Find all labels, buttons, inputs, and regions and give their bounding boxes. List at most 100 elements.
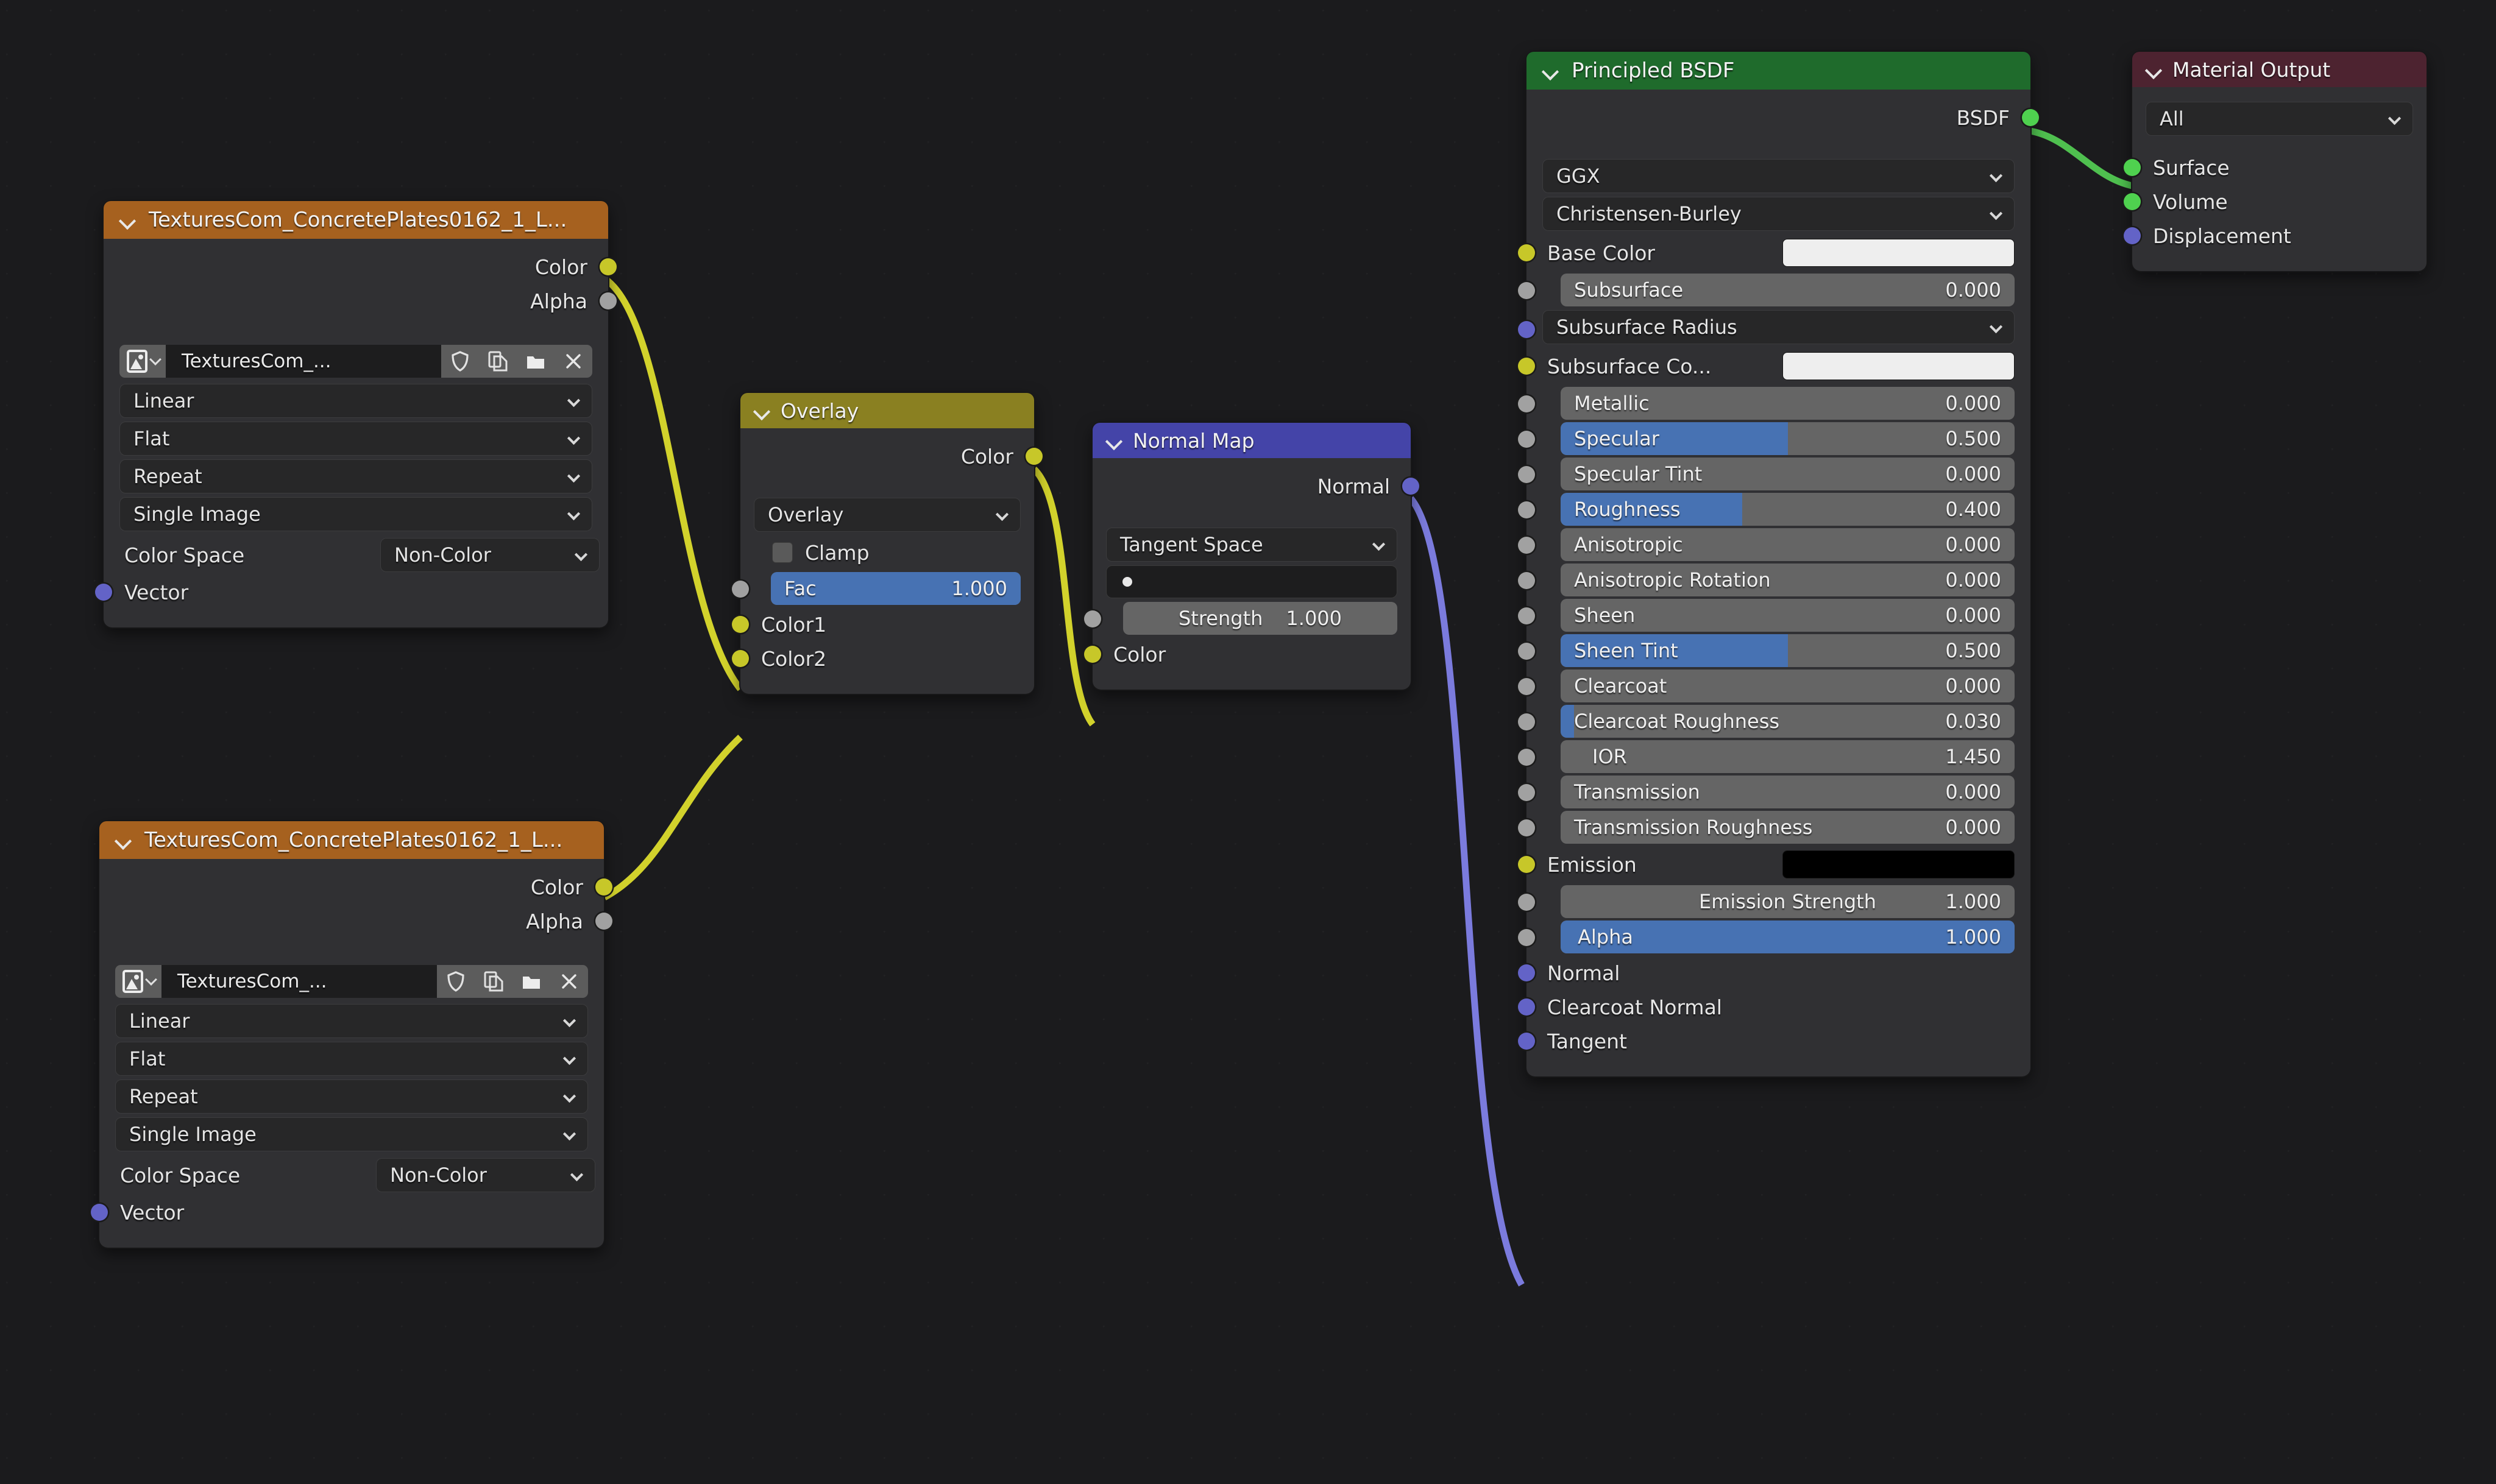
param-slider-clearcoat[interactable]: Clearcoat 0.000	[1561, 670, 2015, 702]
node-header-overlay[interactable]: Overlay	[740, 393, 1034, 428]
node-header-material-output[interactable]: Material Output	[2132, 52, 2427, 87]
node-header-principled-bsdf[interactable]: Principled BSDF	[1526, 52, 2030, 90]
socket-transmission-in[interactable]	[1518, 784, 1535, 801]
socket-fac-in[interactable]	[732, 581, 749, 598]
chevron-down-icon[interactable]	[1106, 433, 1122, 448]
image-datablock-selector[interactable]	[119, 345, 166, 378]
subsurface-method-dropdown[interactable]: Christensen-Burley	[1542, 197, 2015, 231]
socket-color2-in[interactable]	[732, 650, 749, 667]
socket-displacement-in[interactable]	[2124, 227, 2141, 244]
distribution-dropdown[interactable]: GGX	[1542, 159, 2015, 193]
socket-clearcoat-in[interactable]	[1518, 678, 1535, 695]
node-image-texture-top[interactable]: TexturesCom_ConcretePlates0162_1_L... Co…	[104, 201, 608, 627]
socket-anisotropic-in[interactable]	[1518, 537, 1535, 554]
socket-emission-in[interactable]	[1518, 856, 1535, 873]
node-header-texture-bottom[interactable]: TexturesCom_ConcretePlates0162_1_L...	[99, 821, 604, 859]
param-slider-transmission-roughness[interactable]: Transmission Roughness 0.000	[1561, 811, 2015, 844]
socket-subsurface-color-in[interactable]	[1518, 358, 1535, 375]
param-slider-alpha[interactable]: Alpha 1.000	[1561, 920, 2015, 953]
image-name-field[interactable]: TexturesCom_...	[166, 345, 441, 378]
chevron-down-icon[interactable]	[1542, 63, 1558, 79]
socket-roughness-in[interactable]	[1518, 501, 1535, 518]
folder-icon[interactable]	[512, 965, 550, 998]
socket-clearcoat-roughness-in[interactable]	[1518, 713, 1535, 730]
chevron-down-icon[interactable]	[2146, 62, 2161, 77]
socket-color-out[interactable]	[600, 258, 617, 275]
clamp-checkbox[interactable]	[772, 542, 793, 563]
socket-color-out[interactable]	[1026, 448, 1043, 465]
socket-subsurface-in[interactable]	[1518, 282, 1535, 299]
socket-normal-out[interactable]	[1402, 478, 1419, 495]
socket-specular-tint-in[interactable]	[1518, 466, 1535, 483]
socket-bsdf-out[interactable]	[2022, 109, 2039, 126]
socket-vector-in[interactable]	[91, 1204, 108, 1221]
image-name-field[interactable]: TexturesCom_...	[161, 965, 437, 998]
normal-space-dropdown[interactable]: Tangent Space	[1106, 528, 1397, 562]
node-principled-bsdf[interactable]: Principled BSDF BSDF GGX Christensen-Bur…	[1526, 52, 2030, 1076]
close-icon[interactable]	[550, 965, 588, 998]
strength-slider[interactable]: Strength 1.000	[1123, 602, 1397, 635]
chevron-down-icon[interactable]	[754, 403, 770, 419]
base-color-swatch[interactable]	[1782, 239, 2015, 267]
image-datablock-bar[interactable]: TexturesCom_...	[115, 965, 588, 998]
subsurface-radius-dropdown[interactable]: Subsurface Radius	[1542, 310, 2015, 344]
folder-icon[interactable]	[517, 345, 555, 378]
source-dropdown[interactable]: Single Image	[115, 1117, 588, 1151]
clamp-row[interactable]: Clamp	[740, 535, 1034, 570]
param-slider-specular-tint[interactable]: Specular Tint 0.000	[1561, 458, 2015, 490]
socket-vector-in[interactable]	[95, 584, 112, 601]
extension-dropdown[interactable]: Repeat	[115, 1079, 588, 1114]
node-mix-overlay[interactable]: Overlay Color Overlay Clamp Fac	[740, 393, 1034, 694]
color-space-dropdown[interactable]: Non-Color	[376, 1158, 595, 1192]
chevron-down-icon[interactable]	[115, 832, 131, 848]
emission-color-swatch[interactable]	[1782, 850, 2015, 878]
socket-metallic-in[interactable]	[1518, 395, 1535, 412]
blend-mode-dropdown[interactable]: Overlay	[754, 498, 1021, 532]
socket-transmission-roughness-in[interactable]	[1518, 819, 1535, 836]
socket-sheen-in[interactable]	[1518, 607, 1535, 624]
socket-color-out[interactable]	[595, 878, 612, 896]
socket-surface-in[interactable]	[2124, 159, 2141, 176]
socket-volume-in[interactable]	[2124, 193, 2141, 210]
socket-normal-in[interactable]	[1518, 964, 1535, 981]
image-datablock-bar[interactable]: TexturesCom_...	[119, 345, 592, 378]
projection-dropdown[interactable]: Flat	[115, 1042, 588, 1076]
source-dropdown[interactable]: Single Image	[119, 497, 592, 531]
socket-alpha-out[interactable]	[600, 292, 617, 309]
node-header-texture-top[interactable]: TexturesCom_ConcretePlates0162_1_L...	[104, 201, 608, 239]
param-slider-ior[interactable]: IOR 1.450	[1561, 740, 2015, 773]
fac-slider[interactable]: Fac 1.000	[771, 572, 1021, 605]
color-space-dropdown[interactable]: Non-Color	[380, 538, 600, 572]
target-dropdown[interactable]: All	[2146, 102, 2413, 136]
socket-color1-in[interactable]	[732, 616, 749, 633]
socket-emission-strength-in[interactable]	[1518, 894, 1535, 911]
socket-anisotropic-rotation-in[interactable]	[1518, 572, 1535, 589]
socket-strength-in[interactable]	[1084, 610, 1101, 627]
node-normal-map[interactable]: Normal Map Normal Tangent Space S	[1093, 423, 1411, 690]
param-slider-subsurface[interactable]: Subsurface 0.000	[1561, 274, 2015, 306]
node-image-texture-bottom[interactable]: TexturesCom_ConcretePlates0162_1_L... Co…	[99, 821, 604, 1248]
socket-alpha-in[interactable]	[1518, 929, 1535, 946]
subsurface-color-swatch[interactable]	[1782, 352, 2015, 380]
socket-alpha-out[interactable]	[595, 913, 612, 930]
param-slider-anisotropic-rotation[interactable]: Anisotropic Rotation 0.000	[1561, 564, 2015, 596]
socket-tangent-in[interactable]	[1518, 1033, 1535, 1050]
param-slider-specular[interactable]: Specular 0.500	[1561, 422, 2015, 455]
param-slider-roughness[interactable]: Roughness 0.400	[1561, 493, 2015, 526]
socket-sheen-tint-in[interactable]	[1518, 643, 1535, 660]
param-slider-sheen-tint[interactable]: Sheen Tint 0.500	[1561, 634, 2015, 667]
param-slider-emission-strength[interactable]: Emission Strength 1.000	[1561, 885, 2015, 918]
shield-icon[interactable]	[441, 345, 479, 378]
socket-specular-in[interactable]	[1518, 431, 1535, 448]
subsurface-color-row[interactable]: Subsurface Co...	[1526, 348, 2030, 384]
socket-color-in[interactable]	[1084, 646, 1101, 663]
node-material-output[interactable]: Material Output All Surface Volume Displ…	[2132, 52, 2427, 271]
base-color-row[interactable]: Base Color	[1526, 235, 2030, 271]
param-slider-metallic[interactable]: Metallic 0.000	[1561, 387, 2015, 420]
node-header-normal-map[interactable]: Normal Map	[1093, 423, 1411, 458]
param-slider-clearcoat-roughness[interactable]: Clearcoat Roughness 0.030	[1561, 705, 2015, 738]
param-slider-anisotropic[interactable]: Anisotropic 0.000	[1561, 528, 2015, 561]
socket-base-color-in[interactable]	[1518, 244, 1535, 261]
param-slider-sheen[interactable]: Sheen 0.000	[1561, 599, 2015, 632]
param-slider-transmission[interactable]: Transmission 0.000	[1561, 776, 2015, 808]
